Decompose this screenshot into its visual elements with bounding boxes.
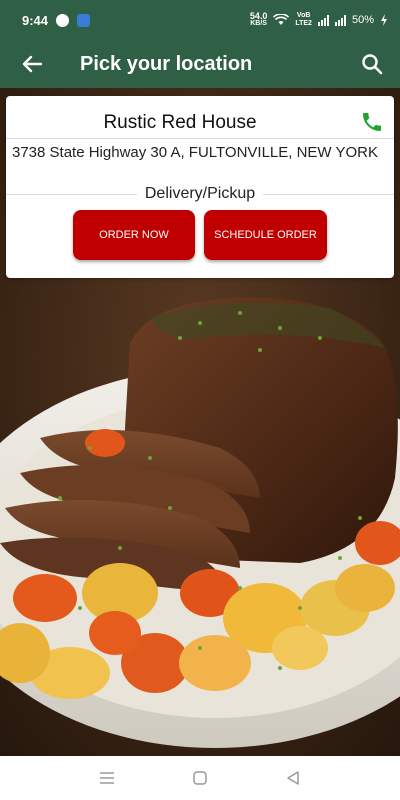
phone-icon — [363, 113, 381, 131]
signal-icon-2 — [334, 14, 346, 26]
charging-icon — [381, 14, 387, 26]
back-triangle-icon[interactable] — [285, 770, 301, 786]
app-notification-icon — [77, 13, 91, 27]
restaurant-address: 3738 State Highway 30 A, FULTONVILLE, NE… — [12, 144, 378, 161]
signal-icon-1 — [317, 14, 329, 26]
divider-right — [263, 193, 395, 195]
system-nav-bar — [0, 756, 400, 800]
status-bar: 9:44 54.0 KB/S VoB LTE2 50% — [0, 0, 400, 40]
network-speed: 54.0 KB/S — [250, 12, 268, 28]
call-button[interactable] — [360, 110, 386, 136]
network-speed-unit: KB/S — [250, 20, 267, 27]
status-right: 54.0 KB/S VoB LTE2 50% — [250, 12, 388, 28]
search-icon — [362, 54, 383, 75]
battery-percent: 50% — [351, 14, 374, 26]
service-type-row: Delivery/Pickup — [6, 184, 395, 204]
back-button[interactable] — [0, 40, 64, 88]
menu-icon[interactable] — [99, 771, 115, 785]
card-divider — [6, 138, 394, 139]
home-square-icon[interactable] — [192, 770, 208, 786]
volte-bottom: LTE2 — [295, 20, 312, 27]
whatsapp-icon — [56, 13, 70, 27]
search-button[interactable] — [344, 40, 400, 88]
status-time: 9:44 — [22, 12, 49, 28]
location-card: Rustic Red House 3738 State Highway 30 A… — [6, 96, 395, 278]
app-bar: Pick your location — [0, 40, 400, 88]
volte-label: VoB LTE2 — [295, 12, 312, 28]
volte-top: VoB — [296, 12, 311, 19]
page-title: Pick your location — [80, 52, 253, 75]
order-now-button[interactable]: ORDER NOW — [73, 210, 195, 260]
status-left: 9:44 — [22, 12, 91, 28]
network-speed-value: 54.0 — [249, 11, 268, 21]
divider-left — [6, 193, 137, 195]
schedule-order-button[interactable]: SCHEDULE ORDER — [204, 210, 327, 260]
service-type: Delivery/Pickup — [144, 185, 256, 202]
wifi-icon — [273, 14, 290, 25]
arrow-left-icon — [22, 55, 42, 73]
restaurant-name: Rustic Red House — [103, 112, 257, 133]
